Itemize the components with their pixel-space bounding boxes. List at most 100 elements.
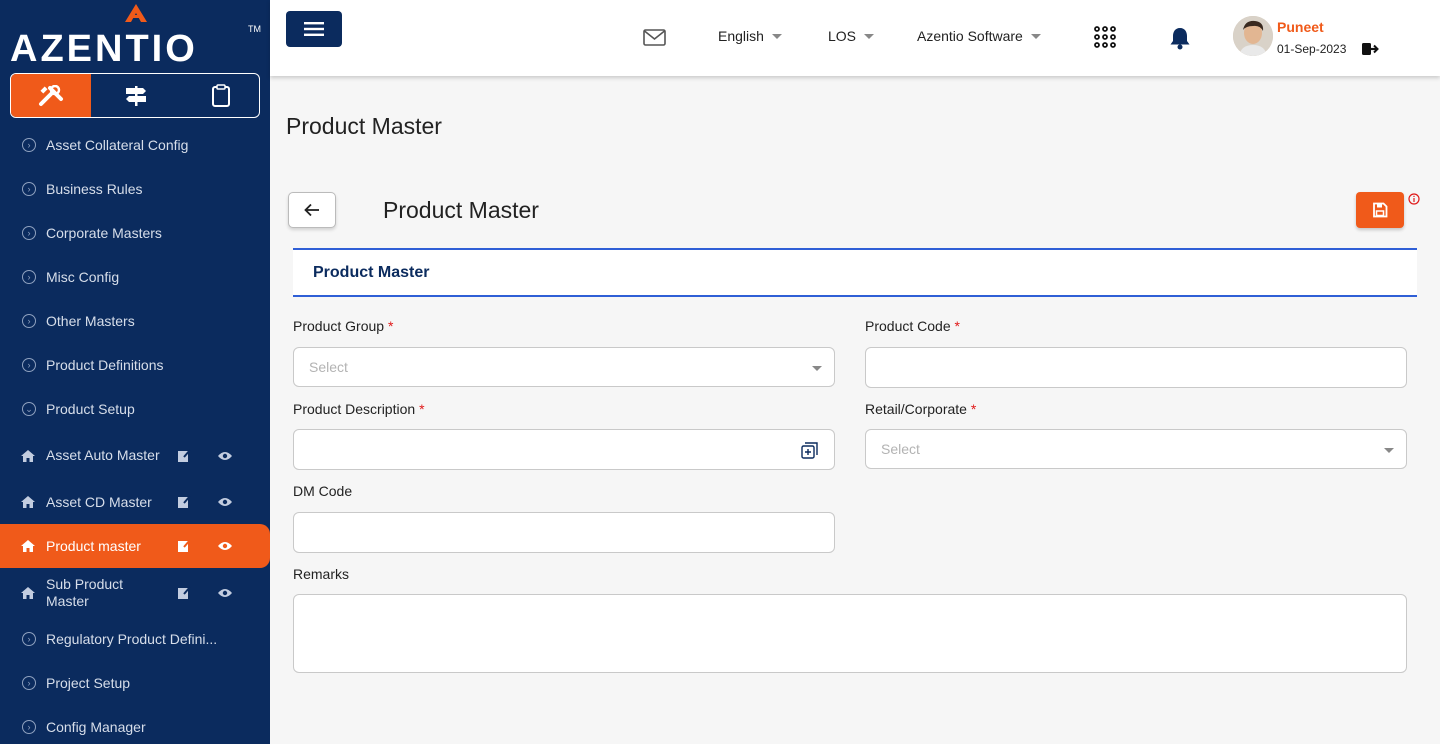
section-title: Product Master [313,264,430,281]
chevron-right-circle-icon: › [22,358,36,372]
retail-corporate-select[interactable]: Select [865,429,1407,469]
language-dropdown[interactable]: English [718,28,782,44]
product-description-label-text: Product Description [293,401,416,417]
sidebar-item-label: Product master [46,537,141,554]
add-translation-icon[interactable] [801,442,818,459]
sidebar-item-label: Corporate Masters [46,225,162,241]
product-group-placeholder: Select [309,359,348,375]
azentio-logo: AZENTIO TM [10,4,265,70]
product-group-select[interactable]: Select [293,347,835,387]
product-code-input[interactable] [865,347,1407,388]
product-description-input[interactable] [293,429,835,470]
dm-code-label: DM Code [293,483,352,499]
sidebar-item-config-manager[interactable]: › Config Manager [0,705,270,744]
module-value: LOS [828,28,857,44]
logo-text: AZENTIO [10,28,198,70]
sidebar-item-label: Project Setup [46,675,131,691]
chevron-right-circle-icon: › [22,226,36,240]
sidebar-item-label: Misc Config [46,269,120,285]
section-header: Product Master [293,248,1417,297]
home-icon [21,449,35,462]
required-mark: * [387,318,394,334]
remarks-label-text: Remarks [293,566,350,582]
retail-corporate-placeholder: Select [881,441,920,457]
save-button[interactable] [1356,192,1404,228]
mail-icon[interactable] [643,29,666,46]
mode-tab-clipboard[interactable] [181,74,259,117]
sidebar: AZENTIO TM › Asset Collateral Config › B… [0,0,270,744]
sidebar-item-misc-config[interactable]: › Misc Config [0,255,270,299]
eye-icon[interactable] [217,540,233,552]
caret-down-icon [812,366,822,371]
signpost-icon [126,85,146,106]
chevron-right-circle-icon: › [22,182,36,196]
edit-icon[interactable] [177,448,191,463]
bell-icon[interactable] [1169,26,1191,50]
sidebar-item-label: Asset Auto Master [46,447,160,463]
edit-icon[interactable] [177,585,191,600]
chevron-right-circle-icon: › [22,632,36,646]
chevron-right-circle-icon: › [22,138,36,152]
edit-icon[interactable] [177,495,191,509]
sidebar-item-label: Regulatory Product Defini... [46,631,218,647]
home-icon [21,540,35,552]
caret-down-icon [771,33,782,39]
sidebar-item-asset-auto-master[interactable]: Asset Auto Master [0,431,270,480]
home-icon [21,586,35,599]
apps-grid-icon[interactable] [1094,26,1116,48]
chevron-right-circle-icon: › [22,314,36,328]
required-mark: * [419,401,425,417]
sidebar-item-other-masters[interactable]: › Other Masters [0,299,270,343]
sidebar-item-label: Other Masters [46,313,135,329]
eye-icon[interactable] [217,450,233,462]
user-name: Puneet [1277,19,1324,35]
sidebar-item-asset-collateral-config[interactable]: › Asset Collateral Config [0,123,270,167]
product-code-label-text: Product Code [865,318,951,334]
language-value: English [718,28,764,44]
caret-down-icon [1384,448,1394,453]
chevron-right-circle-icon: › [22,676,36,690]
mode-tab-tools[interactable] [11,74,91,117]
home-icon [21,496,35,508]
sidebar-item-regulatory-product-definitions[interactable]: › Regulatory Product Defini... [0,617,270,661]
user-avatar[interactable] [1233,16,1273,56]
eye-icon[interactable] [217,587,233,599]
sidebar-nav: › Asset Collateral Config › Business Rul… [0,123,270,744]
chevron-right-circle-icon: › [22,720,36,734]
mode-tab-signpost[interactable] [91,74,181,117]
sidebar-item-label: Config Manager [46,719,146,735]
module-dropdown[interactable]: LOS [828,28,875,44]
eye-icon[interactable] [217,496,233,508]
product-group-label: Product Group * [293,318,393,334]
product-code-label: Product Code * [865,318,960,334]
company-value: Azentio Software [917,28,1023,44]
menu-toggle-button[interactable] [286,11,342,47]
sidebar-item-asset-cd-master[interactable]: Asset CD Master [0,480,270,524]
sidebar-item-label: Business Rules [46,181,143,197]
remarks-textarea[interactable] [293,594,1407,673]
dm-code-input[interactable] [293,512,835,553]
sidebar-item-sub-product-master[interactable]: Sub Product Master [0,568,270,617]
hamburger-icon [304,22,324,36]
sidebar-item-product-setup[interactable]: ⌄ Product Setup [0,387,270,431]
retail-corporate-label: Retail/Corporate * [865,401,976,417]
retail-corporate-label-text: Retail/Corporate [865,401,967,417]
sidebar-item-product-definitions[interactable]: › Product Definitions [0,343,270,387]
info-icon[interactable] [1408,193,1420,205]
sidebar-item-label: Product Definitions [46,357,164,373]
sidebar-item-project-setup[interactable]: › Project Setup [0,661,270,705]
top-header: English LOS Azentio Software Puneet 01-S… [270,0,1440,76]
sidebar-item-corporate-masters[interactable]: › Corporate Masters [0,211,270,255]
back-button[interactable] [288,192,336,228]
user-date: 01-Sep-2023 [1277,42,1347,56]
company-dropdown[interactable]: Azentio Software [917,28,1041,44]
remarks-label: Remarks [293,566,349,582]
sidebar-item-product-master[interactable]: Product master [0,524,270,568]
caret-down-icon [1030,33,1041,39]
tools-icon [39,84,63,106]
edit-icon[interactable] [177,539,191,553]
arrow-left-icon [304,203,319,217]
sidebar-item-business-rules[interactable]: › Business Rules [0,167,270,211]
sidebar-item-label: Sub Product Master [46,575,124,609]
logout-icon[interactable] [1362,42,1379,56]
